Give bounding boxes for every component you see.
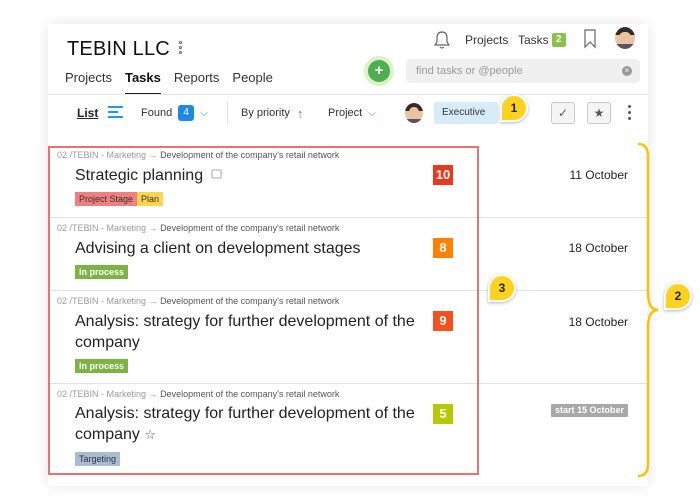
chevron-down-icon: ⌵ (200, 107, 208, 119)
company-title: TEBIN LLC (67, 38, 170, 60)
add-task-button[interactable]: + (368, 60, 390, 82)
sort-by-priority[interactable]: By priority ↑ (241, 99, 303, 127)
task-tags: In process (75, 262, 129, 280)
tag-targeting: Targeting (75, 452, 121, 466)
start-date-badge: start 15 October (550, 404, 628, 417)
task-date: 18 October (568, 315, 628, 329)
app-window: TEBIN LLC Projects Tasks 2 Projects Task… (48, 24, 648, 486)
task-breadcrumb: 02 /TEBIN - Marketing → Development of t… (57, 389, 340, 399)
found-filter[interactable]: Found 4 ⌵ (141, 99, 208, 127)
task-breadcrumb: 02 /TEBIN - Marketing → Development of t… (57, 296, 340, 306)
priority-badge: 9 (433, 311, 453, 331)
bookmark-icon[interactable] (583, 29, 597, 49)
task-tags: Targeting (75, 449, 121, 467)
list-view-button[interactable]: List (77, 99, 98, 127)
sort-label: By priority (241, 107, 290, 119)
user-avatar[interactable] (615, 27, 635, 49)
task-tags: Project Stage Plan (75, 189, 164, 207)
task-row[interactable]: 02 /TEBIN - Marketing → Development of t… (48, 291, 648, 384)
task-row[interactable]: 02 /TEBIN - Marketing → Development of t… (48, 145, 648, 218)
main-nav: Projects Tasks Reports People (65, 70, 286, 95)
priority-badge: 5 (433, 404, 453, 424)
check-icon[interactable]: ✓ (551, 102, 575, 124)
priority-badge: 10 (433, 165, 453, 185)
task-tags: In process (75, 356, 129, 374)
star-icon[interactable]: ★ (587, 102, 611, 124)
executive-avatar[interactable] (405, 103, 423, 123)
header-divider (48, 94, 648, 95)
tab-projects[interactable]: Projects (65, 70, 112, 95)
executive-filter-chip[interactable]: Executive (434, 102, 498, 124)
found-label: Found (141, 107, 173, 119)
tag-plan: Plan (137, 192, 164, 206)
task-breadcrumb: 02 /TEBIN - Marketing → Development of t… (57, 223, 340, 233)
task-title[interactable]: Analysis: strategy for further developme… (75, 311, 425, 353)
more-vertical-icon[interactable] (179, 41, 183, 54)
comment-icon (211, 169, 223, 179)
task-date: 18 October (568, 241, 628, 255)
task-row[interactable]: 02 /TEBIN - Marketing → Development of t… (48, 218, 648, 291)
list-view-icon[interactable] (108, 106, 123, 120)
more-vertical-icon[interactable] (628, 105, 631, 120)
tag-project-stage: Project Stage (75, 192, 138, 206)
callout-marker-1: 1 (500, 94, 528, 122)
task-title[interactable]: Strategic planning (75, 165, 425, 186)
project-filter-label: Project (328, 107, 363, 119)
tasks-count-badge: 2 (552, 33, 566, 47)
task-title[interactable]: Advising a client on development stages (75, 238, 425, 259)
tag-in-process: In process (75, 265, 129, 279)
brace-annotation (637, 142, 659, 478)
tab-people[interactable]: People (232, 70, 272, 95)
bell-icon[interactable] (432, 30, 452, 50)
found-count-badge: 4 (178, 105, 195, 121)
tag-in-process: In process (75, 359, 129, 373)
tab-reports[interactable]: Reports (174, 70, 220, 95)
priority-badge: 8 (433, 238, 453, 258)
clear-icon[interactable]: × (622, 66, 632, 76)
task-title[interactable]: Analysis: strategy for further developme… (75, 403, 425, 445)
arrow-up-icon: ↑ (296, 105, 304, 121)
tab-tasks[interactable]: Tasks (124, 70, 161, 95)
task-row[interactable]: 02 /TEBIN - Marketing → Development of t… (48, 384, 648, 476)
header-projects-link[interactable]: Projects (465, 33, 508, 47)
task-date: 11 October (569, 168, 628, 182)
toolbar-divider (227, 102, 228, 124)
chevron-down-icon: ⌵ (368, 107, 376, 119)
callout-marker-2: 2 (664, 282, 692, 310)
header-tasks-link[interactable]: Tasks (518, 33, 549, 47)
project-filter[interactable]: Project ⌵ (328, 99, 376, 127)
star-outline-icon[interactable]: ☆ (144, 427, 156, 442)
search-input[interactable] (406, 59, 640, 83)
callout-marker-3: 3 (488, 274, 516, 302)
task-breadcrumb: 02 /TEBIN - Marketing → Development of t… (57, 150, 340, 160)
